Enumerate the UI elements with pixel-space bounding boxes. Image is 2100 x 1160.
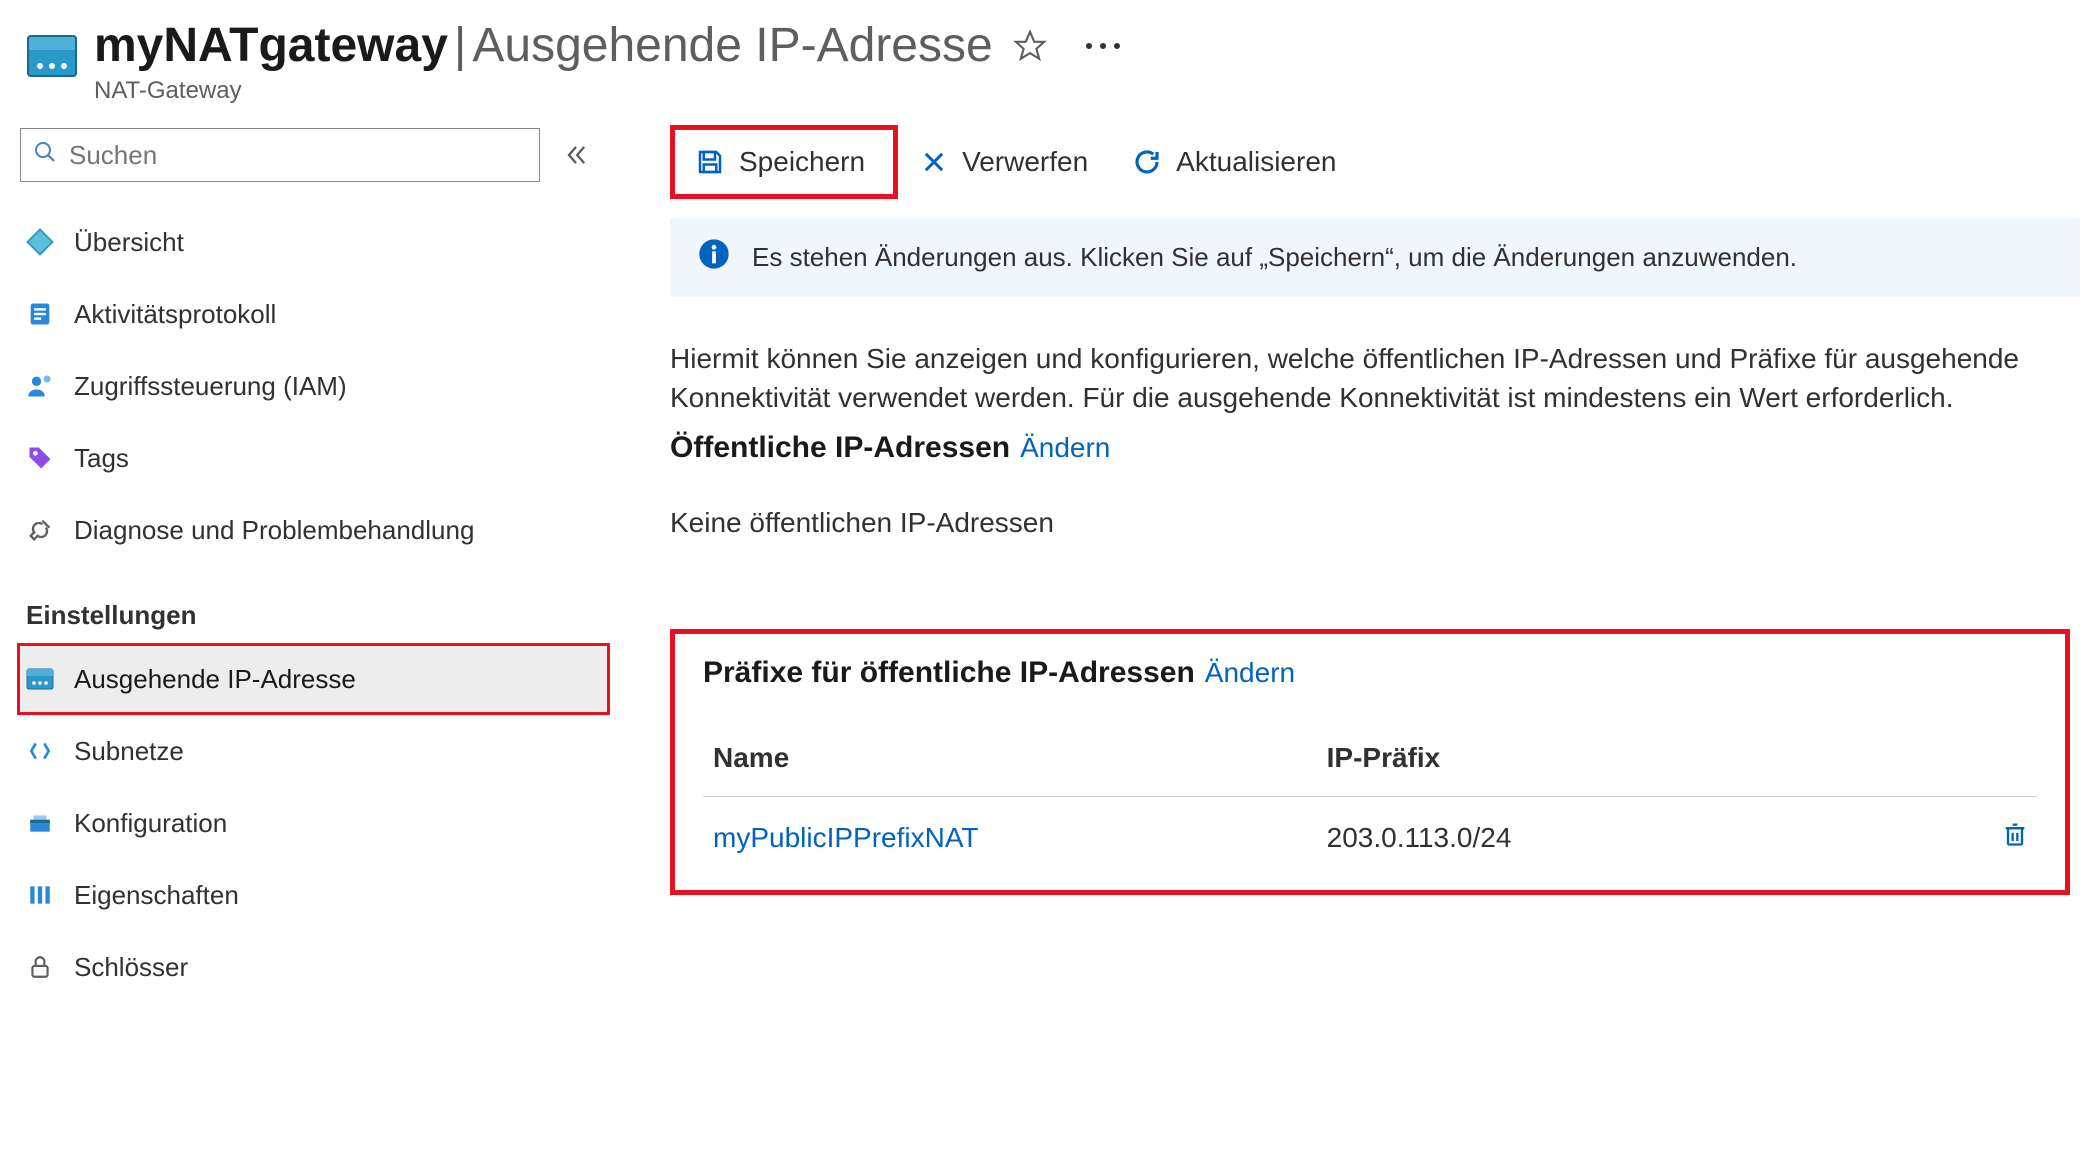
sidebar-item-access-control[interactable]: Zugriffssteuerung (IAM) (20, 350, 610, 422)
sidebar-item-label: Tags (74, 443, 129, 474)
save-button[interactable]: Speichern (670, 125, 898, 199)
page-description: Hiermit können Sie anzeigen und konfigur… (670, 339, 2040, 417)
refresh-button[interactable]: Aktualisieren (1110, 130, 1358, 194)
overview-icon (24, 226, 56, 258)
pending-changes-banner: Es stehen Änderungen aus. Klicken Sie au… (670, 218, 2080, 297)
subnets-icon (24, 735, 56, 767)
page-header: myNATgateway | Ausgehende IP-Adresse NAT… (0, 0, 2100, 128)
diagnose-icon (24, 514, 56, 546)
access-control-icon (24, 370, 56, 402)
public-ip-prefix-section: Präfixe für öffentliche IP-Adressen Ände… (670, 629, 2070, 895)
prefix-section-title: Präfixe für öffentliche IP-Adressen (703, 656, 1195, 690)
prefix-col-ip: IP-Präfix (1317, 730, 1931, 797)
info-message: Es stehen Änderungen aus. Klicken Sie au… (752, 242, 1797, 273)
public-ip-section-title: Öffentliche IP-Adressen (670, 431, 1010, 465)
close-icon (920, 148, 948, 176)
sidebar-item-label: Zugriffssteuerung (IAM) (74, 371, 347, 402)
title-separator: | (454, 18, 466, 73)
sidebar-item-configuration[interactable]: Konfiguration (20, 787, 610, 859)
public-ip-change-link[interactable]: Ändern (1020, 432, 1110, 464)
sidebar-item-label: Diagnose und Problembehandlung (74, 515, 474, 546)
sidebar-item-tags[interactable]: Tags (20, 422, 610, 494)
sidebar-item-label: Subnetze (74, 736, 184, 767)
resource-name: myNATgateway (94, 18, 448, 73)
info-icon (698, 238, 730, 277)
configuration-icon (24, 807, 56, 839)
sidebar-search[interactable] (20, 128, 540, 182)
lock-icon (24, 951, 56, 983)
sidebar-item-outbound-ip[interactable]: Ausgehende IP-Adresse (17, 643, 610, 715)
resource-type-label: NAT-Gateway (94, 77, 1123, 105)
sidebar-item-label: Aktivitätsprotokoll (74, 299, 276, 330)
resource-type-icon (24, 28, 80, 84)
search-icon (33, 140, 57, 171)
refresh-button-label: Aktualisieren (1176, 146, 1336, 178)
prefix-name-link[interactable]: myPublicIPPrefixNAT (713, 822, 979, 853)
activity-log-icon (24, 298, 56, 330)
sidebar-item-activity-log[interactable]: Aktivitätsprotokoll (20, 278, 610, 350)
prefix-ip-value: 203.0.113.0/24 (1327, 822, 1512, 853)
sidebar-section-settings: Einstellungen (20, 566, 610, 643)
sidebar-item-diagnose[interactable]: Diagnose und Problembehandlung (20, 494, 610, 566)
favorite-star-icon[interactable] (1013, 29, 1047, 63)
sidebar-search-input[interactable] (69, 140, 527, 171)
collapse-sidebar-icon[interactable] (562, 141, 590, 169)
sidebar-item-label: Schlösser (74, 952, 188, 983)
discard-button-label: Verwerfen (962, 146, 1088, 178)
sidebar-item-label: Ausgehende IP-Adresse (74, 664, 356, 695)
prefix-col-name: Name (703, 730, 1317, 797)
refresh-icon (1132, 147, 1162, 177)
discard-button[interactable]: Verwerfen (898, 130, 1110, 194)
sidebar-item-label: Eigenschaften (74, 880, 239, 911)
save-button-label: Speichern (739, 146, 865, 178)
sidebar: Übersicht Aktivitätsprotokoll Zugriffsst… (0, 128, 610, 1160)
prefix-change-link[interactable]: Ändern (1205, 657, 1295, 689)
more-actions-icon[interactable] (1083, 39, 1123, 53)
sidebar-item-properties[interactable]: Eigenschaften (20, 859, 610, 931)
delete-icon[interactable] (2001, 819, 2029, 849)
save-icon (695, 147, 725, 177)
tags-icon (24, 442, 56, 474)
command-bar: Speichern Verwerfen Aktualisieren (670, 126, 2080, 198)
public-ip-empty-state: Keine öffentlichen IP-Adressen (670, 507, 2080, 539)
nat-gateway-icon (24, 663, 56, 695)
sidebar-item-label: Übersicht (74, 227, 184, 258)
sidebar-item-locks[interactable]: Schlösser (20, 931, 610, 1003)
sidebar-item-overview[interactable]: Übersicht (20, 206, 610, 278)
page-title: Ausgehende IP-Adresse (472, 18, 992, 73)
table-row: myPublicIPPrefixNAT 203.0.113.0/24 (703, 797, 2037, 863)
main-content: Speichern Verwerfen Aktualisieren Es ste… (610, 128, 2100, 1160)
sidebar-item-subnets[interactable]: Subnetze (20, 715, 610, 787)
properties-icon (24, 879, 56, 911)
prefix-table: Name IP-Präfix myPublicIPPrefixNAT 203.0… (703, 730, 2037, 862)
sidebar-item-label: Konfiguration (74, 808, 227, 839)
